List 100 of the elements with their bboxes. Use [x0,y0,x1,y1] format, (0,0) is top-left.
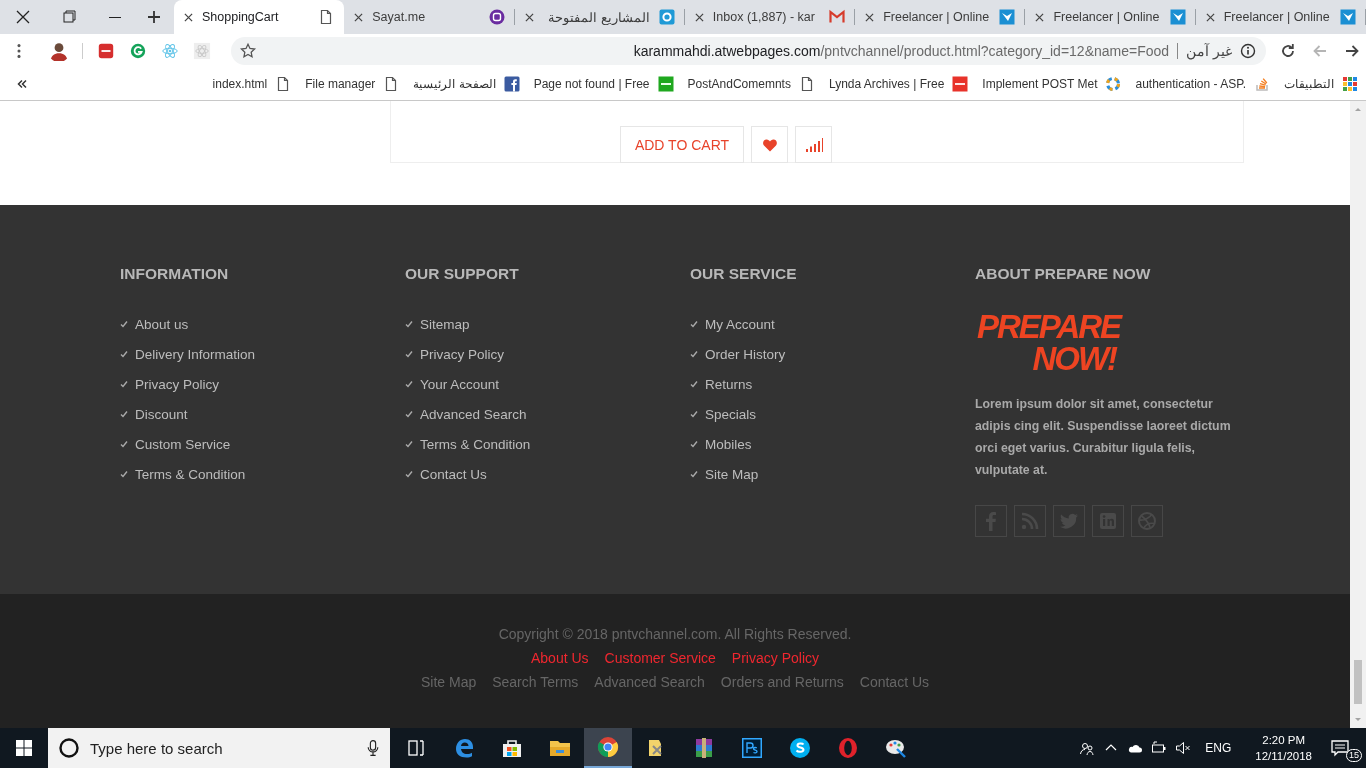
bookmark-item[interactable]: authentication - ASP. [1135,76,1270,92]
footer-link[interactable]: Discount [135,406,188,422]
footer-link[interactable]: Specials [705,406,757,422]
tab-title: Freelancer | Online [1053,10,1161,24]
check-icon [690,350,698,358]
battery-icon[interactable] [1151,740,1168,756]
footer-heading: INFORMATION [120,265,230,283]
bookmark-item[interactable]: Page not found | Free [533,76,674,92]
check-icon [120,470,128,478]
close-icon[interactable] [1205,12,1215,22]
language-indicator[interactable]: ENG [1205,741,1232,755]
search-input[interactable]: Type here to search [88,738,366,758]
check-icon [405,410,413,418]
chat-s-icon [788,736,812,760]
footer-link[interactable]: Your Account [420,376,500,392]
close-icon[interactable] [524,12,534,22]
bookmark-icon [952,76,969,92]
scrollbar[interactable] [1350,101,1366,728]
microphone-icon[interactable] [366,739,380,757]
favicon-icon [999,9,1016,25]
info-icon[interactable] [1240,43,1256,59]
footer-link[interactable]: About Us [531,650,589,666]
browser-tab[interactable]: ShoppingCart [174,0,345,34]
chevrons-icon[interactable] [16,78,28,90]
check-icon [405,470,413,478]
footer-link[interactable]: Privacy Policy [731,650,819,666]
compare-button[interactable] [795,126,832,163]
star-icon[interactable] [239,42,257,60]
avatar-icon[interactable] [48,40,70,62]
browser-tab[interactable]: Freelancer | Online [855,0,1026,34]
check-icon [405,440,413,448]
add-to-cart-button[interactable]: ADD TO CART [620,126,744,163]
check-icon [690,440,698,448]
tab-title: Inbox (1,887) - kar [712,10,816,24]
footer-link[interactable]: Order History [705,346,786,362]
extension-icon[interactable] [97,42,115,60]
browser-tab[interactable]: Inbox (1,887) - kar [684,0,856,34]
browser-tab[interactable]: المشاريع المفتوحة [514,0,685,34]
footer-link[interactable]: Site Map [705,466,759,482]
taskbar-search-field[interactable]: Type here to search [48,728,390,768]
circle-icon [58,737,80,759]
bookmark-item[interactable]: File manager [305,76,400,92]
taskbar-app[interactable] [584,728,632,768]
footer-link[interactable]: My Account [705,316,775,332]
bookmark-item[interactable]: التطبيقات [1284,76,1358,92]
footer-link[interactable]: Delivery Information [135,346,256,362]
favicon-icon [829,9,846,25]
bookmark-item[interactable]: PostAndComemnts [687,76,815,92]
browser-tab[interactable]: Sayat.me [344,0,515,34]
wishlist-button[interactable] [751,126,788,163]
tab-title: Freelancer | Online [1223,10,1331,24]
extension-icon[interactable] [129,42,147,60]
close-icon[interactable] [184,12,193,22]
footer-link[interactable]: Sitemap [420,316,470,332]
favicon-icon [1339,9,1356,25]
bookmark-icon [503,76,520,92]
bookmark-icon [1342,76,1358,92]
browser-tab[interactable]: Freelancer | Online [1025,0,1196,34]
close-icon[interactable] [354,12,364,22]
bookmark-item[interactable]: index.html [212,76,292,92]
footer-link[interactable]: Terms & Condition [135,466,246,482]
ps-app-icon [740,736,764,760]
footer-link[interactable]: Returns [705,376,753,392]
check-icon [405,320,413,328]
close-icon[interactable] [1035,12,1045,22]
scroll-thumb[interactable] [1354,660,1362,704]
footer-link[interactable]: About us [135,316,189,332]
check-icon [120,410,128,418]
close-icon[interactable] [694,12,704,22]
footer-link[interactable]: Contact Us [420,466,487,482]
browser-tab[interactable]: Freelancer | Online [1195,0,1366,34]
speech-bubble-icon [1330,738,1350,758]
check-icon [690,470,698,478]
muted-speaker-icon[interactable] [1175,740,1192,756]
footer-link[interactable]: Custom Service [135,436,231,452]
close-icon[interactable] [865,12,875,22]
clock[interactable]: 2:20 PM 12/11/2018 [1255,732,1312,764]
ring-o-icon [836,736,860,760]
bookmark-item[interactable]: الصفحة الرئيسية [413,76,520,92]
check-icon [120,350,128,358]
check-icon [120,380,128,388]
footer-link[interactable]: Privacy Policy [135,376,220,392]
check-icon [690,410,698,418]
bookmark-item[interactable]: Lynda Archives | Free [828,76,969,92]
notification-count: 15 [1346,749,1362,762]
footer-link[interactable]: Advanced Search [420,406,527,422]
copyright-text: Copyright © 2018 pntvchannel.com. All Rights Reserved. [498,626,852,642]
footer-link[interactable]: Terms & Condition [420,436,531,452]
about-text: Lorem ipsum dolor sit amet, consectetur adipis cing elit. Suspendisse laoreet dictum orci eget varius. Curabitur ligula felis, vulputate at. [975,396,1232,479]
people-icon[interactable] [1079,740,1096,756]
footer-link[interactable]: Mobiles [705,436,752,452]
footer-heading: OUR SERVICE [690,265,798,283]
favicon-icon [488,9,505,25]
footer-link[interactable]: Customer Service [604,650,716,666]
favicon-icon [658,9,675,25]
footer-link[interactable]: Privacy Policy [420,346,505,362]
security-label: غير آمن [1186,43,1232,59]
signal-bars-icon [804,136,823,153]
bookmark-item[interactable]: Implement POST Met [982,76,1122,92]
tab-title: Freelancer | Online [883,10,991,24]
